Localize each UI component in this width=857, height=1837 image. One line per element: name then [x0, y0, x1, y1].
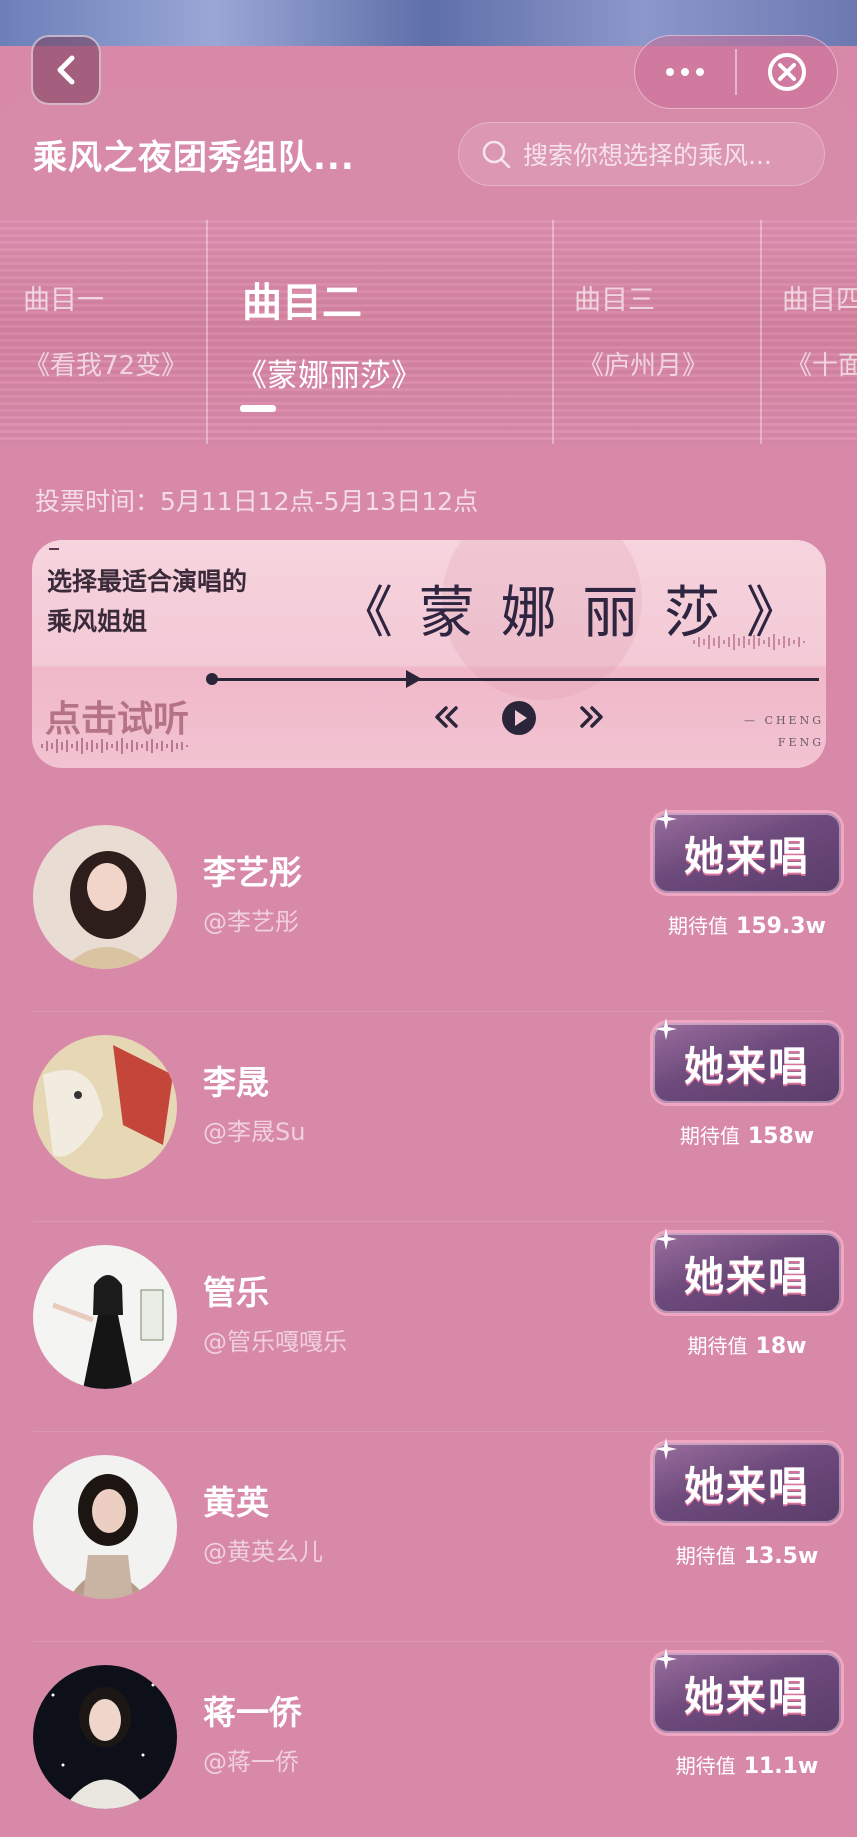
avatar [33, 825, 177, 969]
mini-program-capsule [634, 35, 838, 109]
prompt-line-1: 选择最适合演唱的 [47, 567, 248, 596]
expect-value: 期待值 13.5w [650, 1540, 844, 1569]
avatar [33, 1035, 177, 1179]
chevron-left-icon [57, 55, 75, 85]
vote-button-label: 她来唱 [684, 1673, 810, 1720]
contestant-handle[interactable]: @管乐嘎嘎乐 [203, 1322, 347, 1357]
sparkle-icon [655, 1228, 677, 1250]
contestant-handle[interactable]: @李晟Su [203, 1112, 305, 1147]
contestant-row: 黄英 @黄英幺儿 她来唱 期待值 13.5w [0, 1432, 857, 1642]
expect-number: 18w [755, 1334, 807, 1359]
tab-active-indicator [240, 405, 276, 412]
contestant-handle[interactable]: @蒋一侨 [203, 1742, 299, 1777]
tab-number: 曲目三 [574, 285, 655, 316]
expect-label: 期待值 [668, 914, 729, 938]
waveform-icon [693, 634, 805, 650]
tab-number: 曲目四 [782, 285, 857, 316]
vote-button-label: 她来唱 [684, 1043, 810, 1090]
expect-label: 期待值 [679, 1124, 740, 1148]
vote-button[interactable]: 她来唱 [650, 1020, 844, 1106]
more-button[interactable] [635, 36, 735, 108]
expect-number: 11.1w [743, 1754, 819, 1779]
expect-label: 期待值 [675, 1544, 736, 1568]
brand-line-2: FENG [777, 736, 824, 749]
rewind-icon[interactable] [432, 703, 460, 731]
tab-song-4[interactable]: 曲目四 《十面 [762, 220, 857, 444]
contestant-row: 蒋一侨 @蒋一侨 她来唱 期待值 11.1w [0, 1642, 857, 1837]
expect-number: 158w [747, 1124, 815, 1149]
contestant-handle[interactable]: @李艺彤 [203, 902, 299, 937]
tab-number: 曲目二 [242, 280, 362, 326]
brand-line-1: — CHENG [744, 714, 824, 727]
contestant-name: 管乐 [203, 1273, 269, 1312]
vote-button-label: 她来唱 [684, 1463, 810, 1510]
contestant-row: 管乐 @管乐嘎嘎乐 她来唱 期待值 18w [0, 1222, 857, 1432]
vote-button[interactable]: 她来唱 [650, 810, 844, 896]
expect-value: 期待值 158w [650, 1120, 844, 1149]
avatar [33, 1665, 177, 1809]
contestant-handle[interactable]: @黄英幺儿 [203, 1532, 323, 1567]
audio-preview-card[interactable]: 选择最适合演唱的 乘风姐姐 《 蒙 娜 丽 莎 》 点击试听 — CHENG F… [32, 540, 826, 768]
back-button[interactable] [31, 35, 101, 105]
vote-button-label: 她来唱 [684, 833, 810, 880]
fast-forward-icon[interactable] [578, 703, 606, 731]
search-icon [482, 140, 511, 169]
sparkle-icon [655, 1648, 677, 1670]
expect-value: 期待值 159.3w [650, 910, 844, 939]
contestant-name: 黄英 [203, 1483, 269, 1522]
prompt-line-2: 乘风姐姐 [47, 607, 148, 636]
vote-time-text: 投票时间：5月11日12点-5月13日12点 [35, 487, 479, 516]
brand-text: — CHENG FENG [744, 710, 824, 754]
song-tabs: 曲目一 《看我72变》 曲目二 《蒙娜丽莎》 曲目三 《庐州月》 曲目四 《十面 [0, 220, 857, 444]
progress-start-dot [206, 673, 218, 685]
waveform-icon [41, 738, 188, 754]
page-title: 乘风之夜团秀组队... [33, 138, 355, 178]
contestant-name: 李艺彤 [203, 853, 302, 892]
close-button[interactable] [737, 36, 837, 108]
decorative-dash [49, 548, 59, 550]
expect-value: 期待值 11.1w [650, 1750, 844, 1779]
card-prompt: 选择最适合演唱的 乘风姐姐 [47, 562, 247, 642]
tab-number: 曲目一 [23, 285, 104, 316]
vote-button[interactable]: 她来唱 [650, 1650, 844, 1736]
contestant-name: 李晟 [203, 1063, 269, 1102]
expect-value: 期待值 18w [650, 1330, 844, 1359]
search-input[interactable]: 搜索你想选择的乘风... [458, 122, 825, 186]
expect-label: 期待值 [687, 1334, 748, 1358]
expect-number: 13.5w [743, 1544, 819, 1569]
contestant-name: 蒋一侨 [203, 1693, 302, 1732]
vote-button[interactable]: 她来唱 [650, 1230, 844, 1316]
vote-button-label: 她来唱 [684, 1253, 810, 1300]
sparkle-icon [655, 1018, 677, 1040]
expect-number: 159.3w [736, 914, 826, 939]
sparkle-icon [655, 1438, 677, 1460]
avatar [33, 1245, 177, 1389]
more-dots-icon [666, 68, 705, 76]
vote-button[interactable]: 她来唱 [650, 1440, 844, 1526]
progress-marker[interactable] [406, 670, 423, 688]
tab-song-name: 《庐州月》 [578, 351, 709, 381]
sparkle-icon [655, 808, 677, 830]
expect-label: 期待值 [675, 1754, 736, 1778]
search-placeholder: 搜索你想选择的乘风... [523, 141, 772, 170]
tab-song-name: 《看我72变》 [24, 351, 188, 381]
contestant-row: 李晟 @李晟Su 她来唱 期待值 158w [0, 1012, 857, 1222]
tab-song-1[interactable]: 曲目一 《看我72变》 [0, 220, 206, 444]
tab-song-name: 《蒙娜丽莎》 [236, 358, 422, 394]
tab-song-3[interactable]: 曲目三 《庐州月》 [554, 220, 760, 444]
play-button[interactable] [501, 700, 537, 736]
progress-track[interactable] [212, 678, 819, 681]
avatar [33, 1455, 177, 1599]
close-circle-icon [767, 53, 806, 91]
tab-song-name: 《十面 [786, 351, 857, 381]
contestant-row: 李艺彤 @李艺彤 她来唱 期待值 159.3w [0, 802, 857, 1012]
